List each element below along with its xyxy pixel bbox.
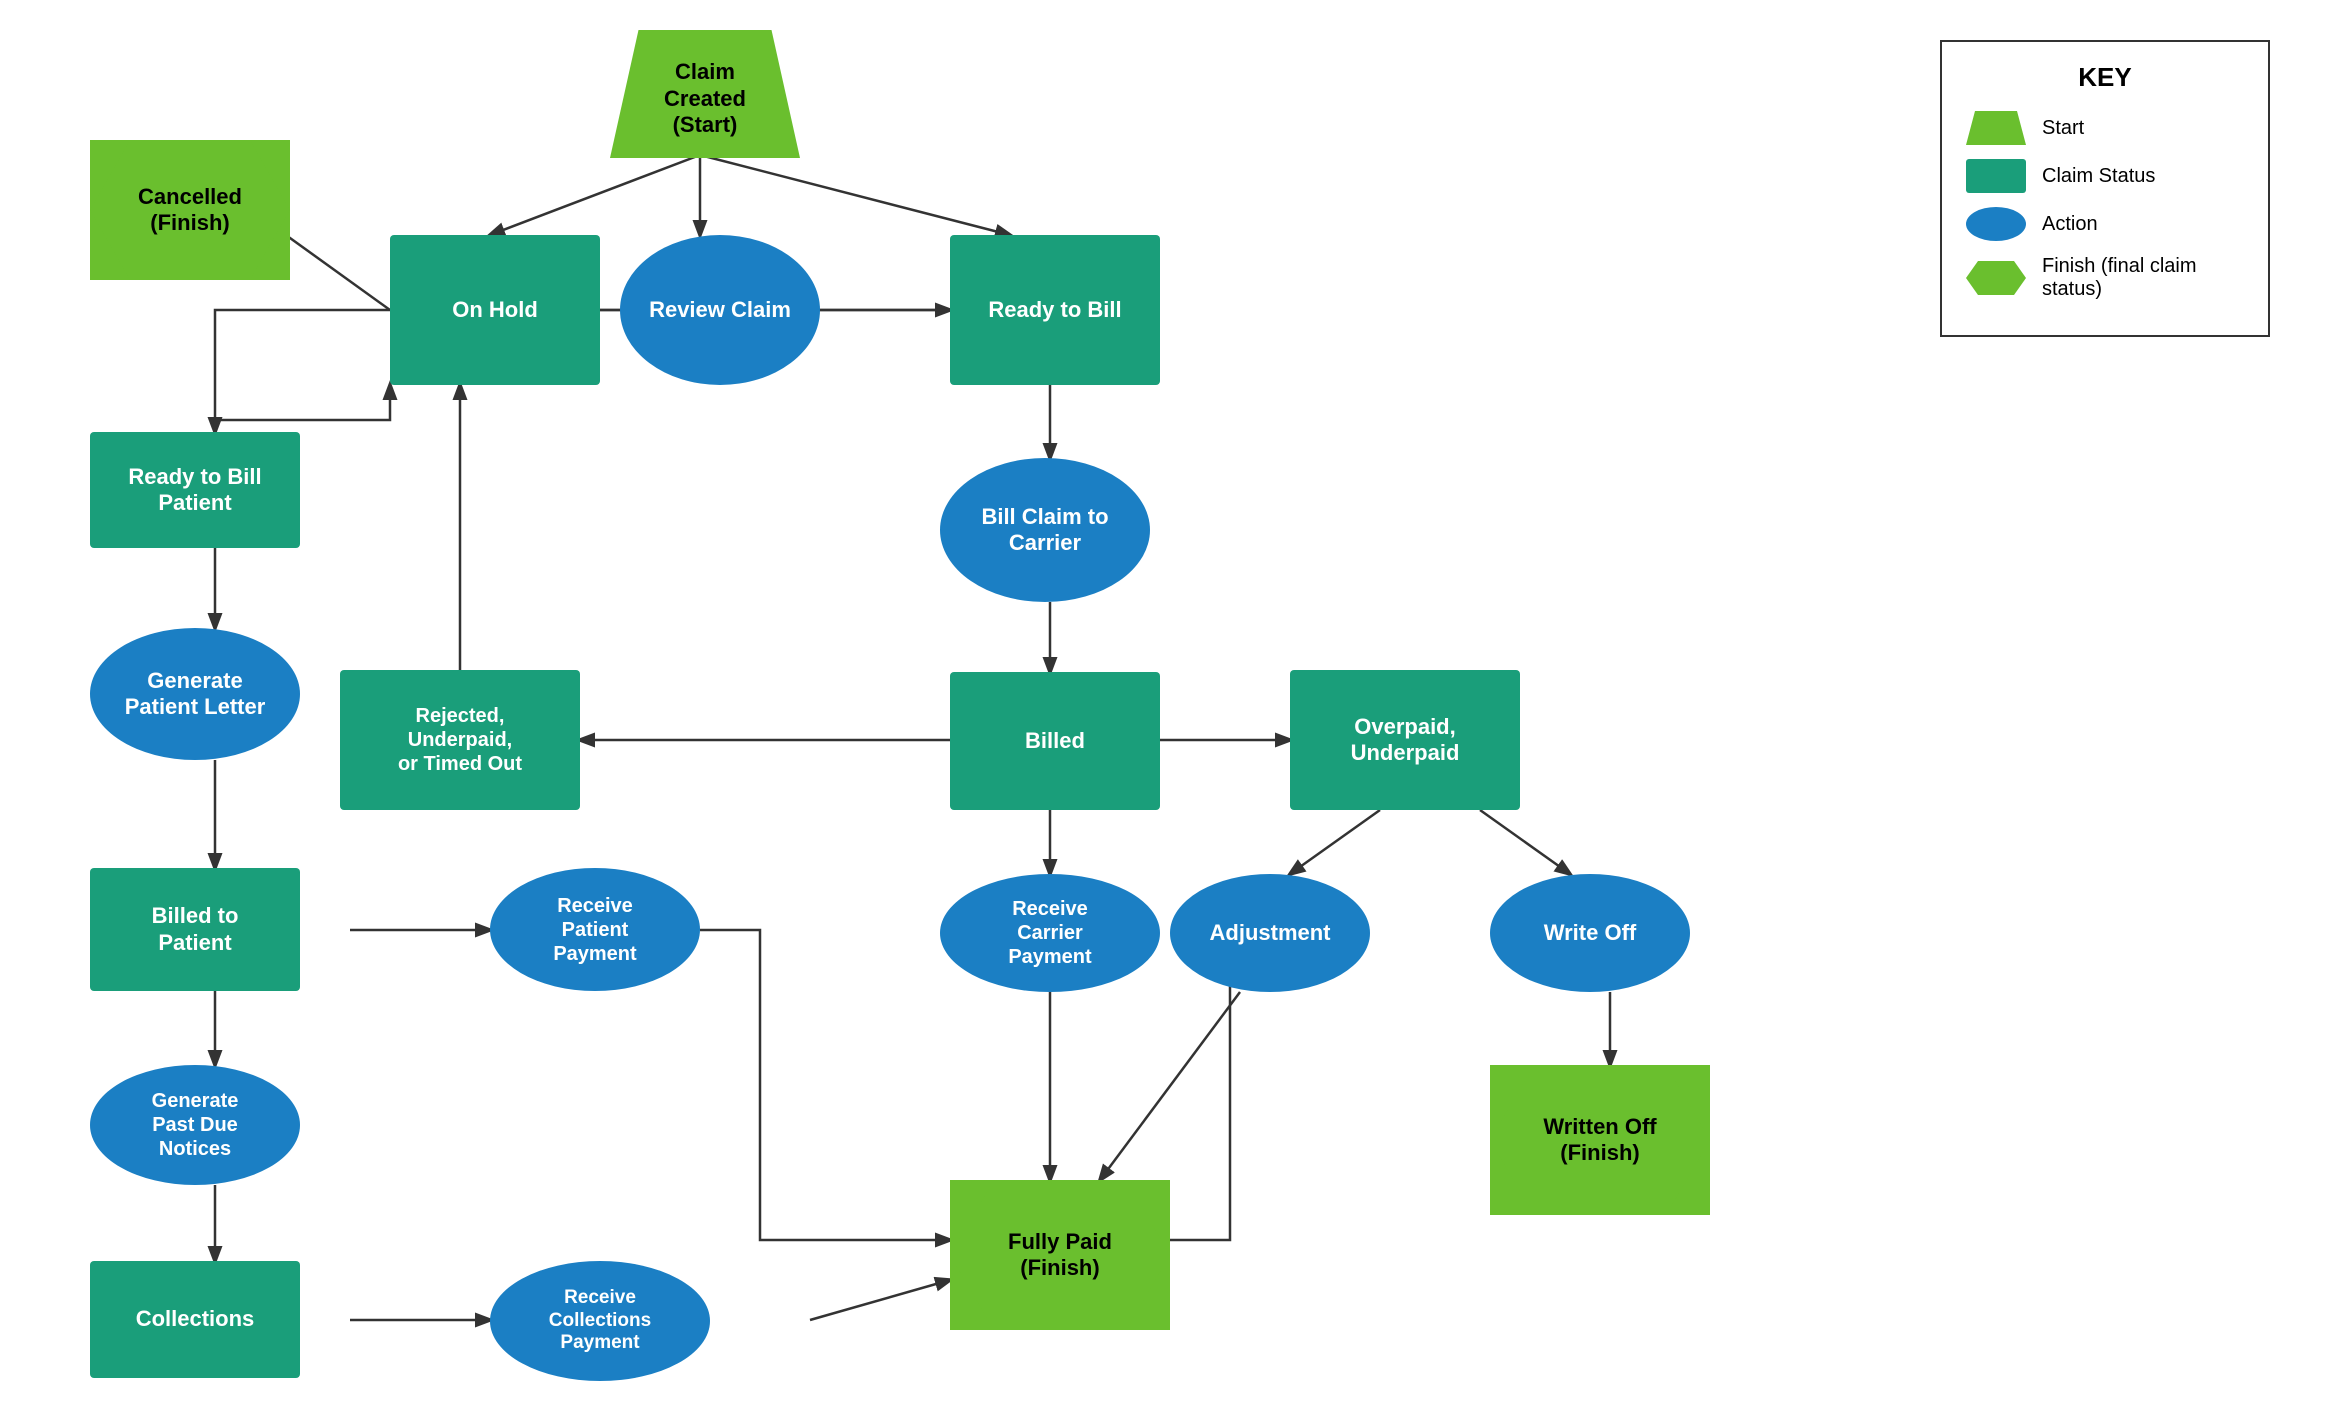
receive-carrier-payment-node: Receive Carrier Payment [940,874,1160,992]
fully-paid-node: Fully Paid (Finish) [950,1180,1170,1330]
on-hold-node: On Hold [390,235,600,385]
key-title: KEY [1966,62,2244,93]
review-claim-node: Review Claim [620,235,820,385]
key-start-icon [1966,111,2026,145]
key-status-icon [1966,159,2026,193]
receive-patient-payment-node: Receive Patient Payment [490,868,700,991]
ready-to-bill-patient-node: Ready to Bill Patient [90,432,300,548]
ready-to-bill-patient-label: Ready to Bill Patient [128,464,261,517]
key-status-label: Claim Status [2042,165,2155,188]
workflow-diagram: Claim Created (Start) On Hold Review Cla… [0,0,2330,1426]
overpaid-underpaid-label: Overpaid, Underpaid [1351,714,1460,767]
generate-patient-letter-node: Generate Patient Letter [90,628,300,760]
key-row-start: Start [1966,111,2244,145]
claim-created-node: Claim Created (Start) [610,30,800,158]
adjustment-node: Adjustment [1170,874,1370,992]
cancelled-node: Cancelled (Finish) [90,140,290,280]
on-hold-label: On Hold [452,297,538,323]
key-row-action: Action [1966,207,2244,241]
billed-node: Billed [950,672,1160,810]
bill-claim-to-carrier-node: Bill Claim to Carrier [940,458,1150,602]
claim-created-label: Claim Created (Start) [664,49,746,138]
key-row-finish: Finish (final claim status) [1966,255,2244,301]
review-claim-label: Review Claim [649,297,791,323]
receive-carrier-payment-label: Receive Carrier Payment [1008,897,1091,969]
receive-collections-payment-node: Receive Collections Payment [490,1261,710,1381]
billed-label: Billed [1025,728,1085,754]
key-action-icon [1966,207,2026,241]
rejected-underpaid-label: Rejected, Underpaid, or Timed Out [398,704,522,776]
ready-to-bill-label: Ready to Bill [988,297,1121,323]
ready-to-bill-node: Ready to Bill [950,235,1160,385]
rejected-underpaid-node: Rejected, Underpaid, or Timed Out [340,670,580,810]
key-start-label: Start [2042,117,2084,140]
generate-patient-letter-label: Generate Patient Letter [125,668,266,721]
collections-node: Collections [90,1261,300,1378]
key-finish-icon [1966,261,2026,295]
write-off-node: Write Off [1490,874,1690,992]
key-finish-label: Finish (final claim status) [2042,255,2244,301]
receive-collections-payment-label: Receive Collections Payment [549,1287,651,1355]
billed-to-patient-label: Billed to Patient [152,903,239,956]
key-row-status: Claim Status [1966,159,2244,193]
written-off-node: Written Off (Finish) [1490,1065,1710,1215]
collections-label: Collections [136,1306,255,1332]
generate-past-due-label: Generate Past Due Notices [152,1089,239,1161]
billed-to-patient-node: Billed to Patient [90,868,300,991]
generate-past-due-node: Generate Past Due Notices [90,1065,300,1185]
overpaid-underpaid-node: Overpaid, Underpaid [1290,670,1520,810]
key-box: KEY Start Claim Status Action [1940,40,2270,337]
bill-claim-to-carrier-label: Bill Claim to Carrier [981,504,1108,557]
adjustment-label: Adjustment [1210,920,1331,946]
key-action-label: Action [2042,213,2098,236]
receive-patient-payment-label: Receive Patient Payment [553,894,636,966]
write-off-label: Write Off [1544,920,1636,946]
